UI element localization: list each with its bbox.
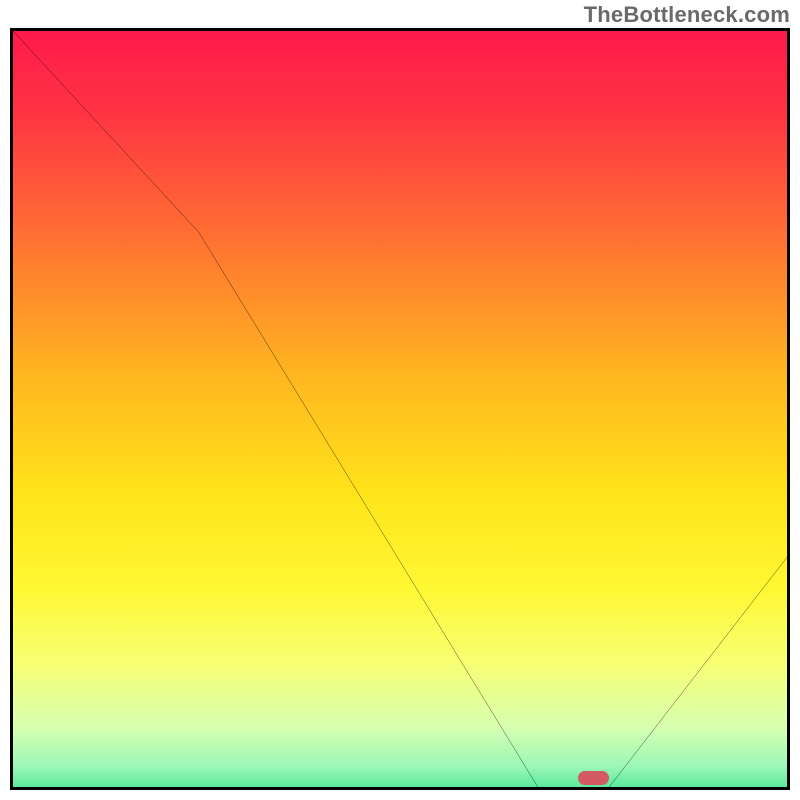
chart-background-gradient [13, 31, 787, 790]
optimal-marker [578, 771, 609, 785]
watermark-text: TheBottleneck.com [584, 2, 790, 28]
chart-frame [10, 28, 790, 790]
